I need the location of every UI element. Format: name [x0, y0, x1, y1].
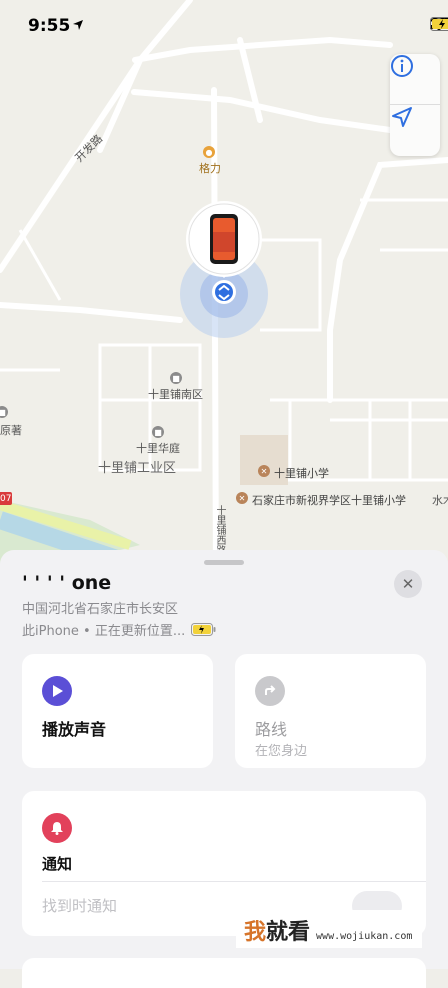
info-icon: [390, 54, 414, 78]
location-arrow-icon: [72, 19, 84, 31]
device-address: 中国河北省石家庄市长安区: [22, 598, 178, 617]
watermark-brand: 我就看: [244, 914, 310, 946]
device-detail-sheet[interactable]: ' ' ' ' one ✕ 中国河北省石家庄市长安区 此iPhone • 正在更…: [0, 550, 448, 969]
road-sign-label: 07: [0, 494, 11, 504]
play-icon: [42, 676, 72, 706]
play-sound-label: 播放声音: [42, 716, 106, 740]
watermark-logo: 我就看 www.wojiukan.com: [236, 910, 422, 948]
status-time: 9:55: [28, 16, 70, 36]
map-label-shilipu-huating: 十里华庭: [136, 440, 180, 456]
device-name: ' ' ' ' one: [22, 572, 111, 594]
poi-icon: ■: [170, 372, 182, 384]
school-icon: ✕: [258, 465, 270, 477]
map-view[interactable]: 开发路 ● 格力 ■ 十里铺南区 ■ 十里华庭 十里铺工业区 ✕ 十里铺小学 ✕…: [0, 0, 448, 580]
next-card: [22, 958, 426, 988]
map-label-industrial: 十里铺工业区: [98, 457, 176, 476]
sheet-grabber[interactable]: [204, 560, 244, 565]
school-icon: ✕: [236, 492, 248, 504]
device-status-text: 此iPhone • 正在更新位置...: [22, 620, 185, 639]
map-controls: [390, 54, 440, 156]
map-label-shui: 水木: [432, 492, 448, 508]
directions-icon: [255, 676, 285, 706]
device-status: 此iPhone • 正在更新位置...: [22, 620, 217, 639]
info-button[interactable]: [390, 54, 440, 104]
directions-card[interactable]: 路线 在您身边: [235, 654, 426, 768]
play-sound-card[interactable]: 播放声音: [22, 654, 213, 768]
watermark-url: www.wojiukan.com: [316, 931, 412, 942]
bell-icon: [42, 813, 72, 843]
poi-icon: ■: [152, 426, 164, 438]
close-icon: ✕: [402, 575, 415, 593]
notifications-title: 通知: [42, 853, 72, 874]
notify-when-found-label: 找到时通知: [42, 895, 117, 916]
map-label-road: 十里铺西路: [212, 505, 227, 555]
map-label-school: 十里铺小学: [274, 465, 329, 481]
battery-charging-icon: [191, 623, 217, 636]
map-label-geli: 格力: [199, 160, 221, 176]
map-label-school-district: 石家庄市新视界学区十里铺小学: [252, 492, 406, 508]
divider: [42, 881, 426, 882]
track-location-button[interactable]: [390, 105, 440, 155]
status-bar: 9:55: [0, 0, 448, 48]
battery-charging-icon: [430, 17, 448, 31]
poi-icon: ●: [203, 146, 215, 158]
directions-sublabel: 在您身边: [255, 740, 307, 759]
map-label-shilipu-south: 十里铺南区: [148, 386, 203, 402]
directions-label: 路线: [255, 716, 287, 740]
map-label-yuanzhu: 原著: [0, 422, 22, 438]
close-button[interactable]: ✕: [394, 570, 422, 598]
location-arrow-icon: [390, 105, 414, 129]
